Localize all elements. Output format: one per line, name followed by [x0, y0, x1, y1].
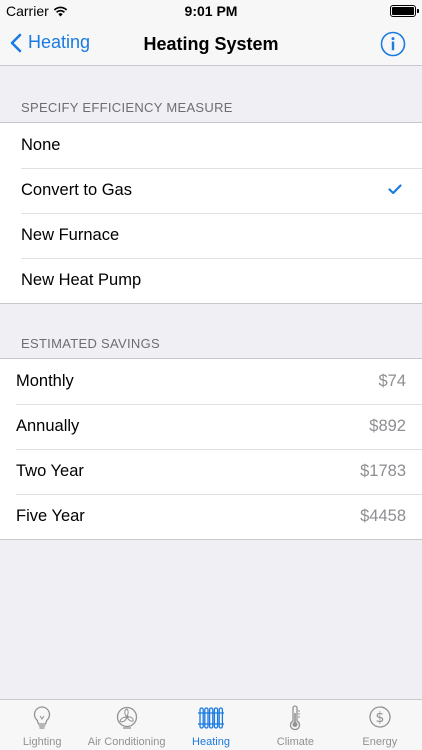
tab-climate[interactable]: Climate	[253, 700, 337, 750]
option-label: New Heat Pump	[21, 271, 142, 289]
checkmark-icon	[388, 184, 402, 195]
screen: Carrier 9:01 PM Heating Heating System S…	[0, 0, 422, 750]
savings-value: $892	[369, 417, 406, 435]
efficiency-section-header: SPECIFY EFFICIENCY MEASURE	[21, 100, 233, 115]
savings-row-annually: Annually $892	[0, 404, 422, 449]
status-time: 9:01 PM	[184, 3, 238, 19]
tab-energy[interactable]: $ Energy	[338, 700, 422, 750]
tab-label: Heating	[192, 736, 230, 748]
option-label: New Furnace	[21, 226, 120, 244]
tab-label: Climate	[276, 736, 315, 748]
thermometer-icon	[290, 705, 301, 731]
page-title: Heating System	[143, 34, 279, 54]
savings-value: $1783	[360, 462, 406, 480]
tab-bar: Lighting Air Conditioning Heating Climat…	[0, 699, 422, 750]
fan-icon	[116, 706, 137, 729]
info-circle-icon[interactable]	[380, 31, 406, 57]
radiator-icon	[198, 707, 225, 729]
savings-label: Five Year	[16, 507, 85, 525]
tab-label: Energy	[362, 736, 398, 748]
option-label: None	[21, 136, 61, 154]
savings-value: $4458	[360, 507, 406, 525]
savings-row-two-year: Two Year $1783	[0, 449, 422, 494]
navigation-bar: Heating Heating System	[0, 22, 422, 66]
tab-label: Lighting	[22, 736, 62, 748]
dollar-icon: $	[369, 706, 391, 728]
tab-air-conditioning[interactable]: Air Conditioning	[84, 700, 168, 750]
savings-value: $74	[378, 372, 406, 390]
savings-row-monthly: Monthly $74	[0, 359, 422, 404]
savings-section-header: ESTIMATED SAVINGS	[21, 336, 160, 351]
tab-label: Air Conditioning	[87, 736, 166, 748]
savings-label: Two Year	[16, 462, 84, 480]
battery-icon	[390, 5, 419, 17]
tab-heating[interactable]: Heating	[169, 700, 253, 750]
option-label: Convert to Gas	[21, 181, 132, 199]
savings-list: Monthly $74 Annually $892 Two Year $1783…	[0, 358, 422, 540]
option-new-furnace[interactable]: New Furnace	[0, 213, 422, 258]
lightbulb-icon	[34, 706, 51, 729]
tab-lighting[interactable]: Lighting	[0, 700, 84, 750]
status-bar: Carrier 9:01 PM	[0, 0, 422, 22]
option-new-heat-pump[interactable]: New Heat Pump	[0, 258, 422, 303]
option-convert-to-gas[interactable]: Convert to Gas	[0, 168, 422, 213]
option-none[interactable]: None	[0, 123, 422, 168]
savings-row-five-year: Five Year $4458	[0, 494, 422, 539]
savings-label: Annually	[16, 417, 80, 435]
efficiency-options-list: None Convert to Gas New Furnace New Heat…	[0, 122, 422, 304]
svg-text:$: $	[375, 710, 384, 726]
savings-label: Monthly	[16, 372, 74, 390]
